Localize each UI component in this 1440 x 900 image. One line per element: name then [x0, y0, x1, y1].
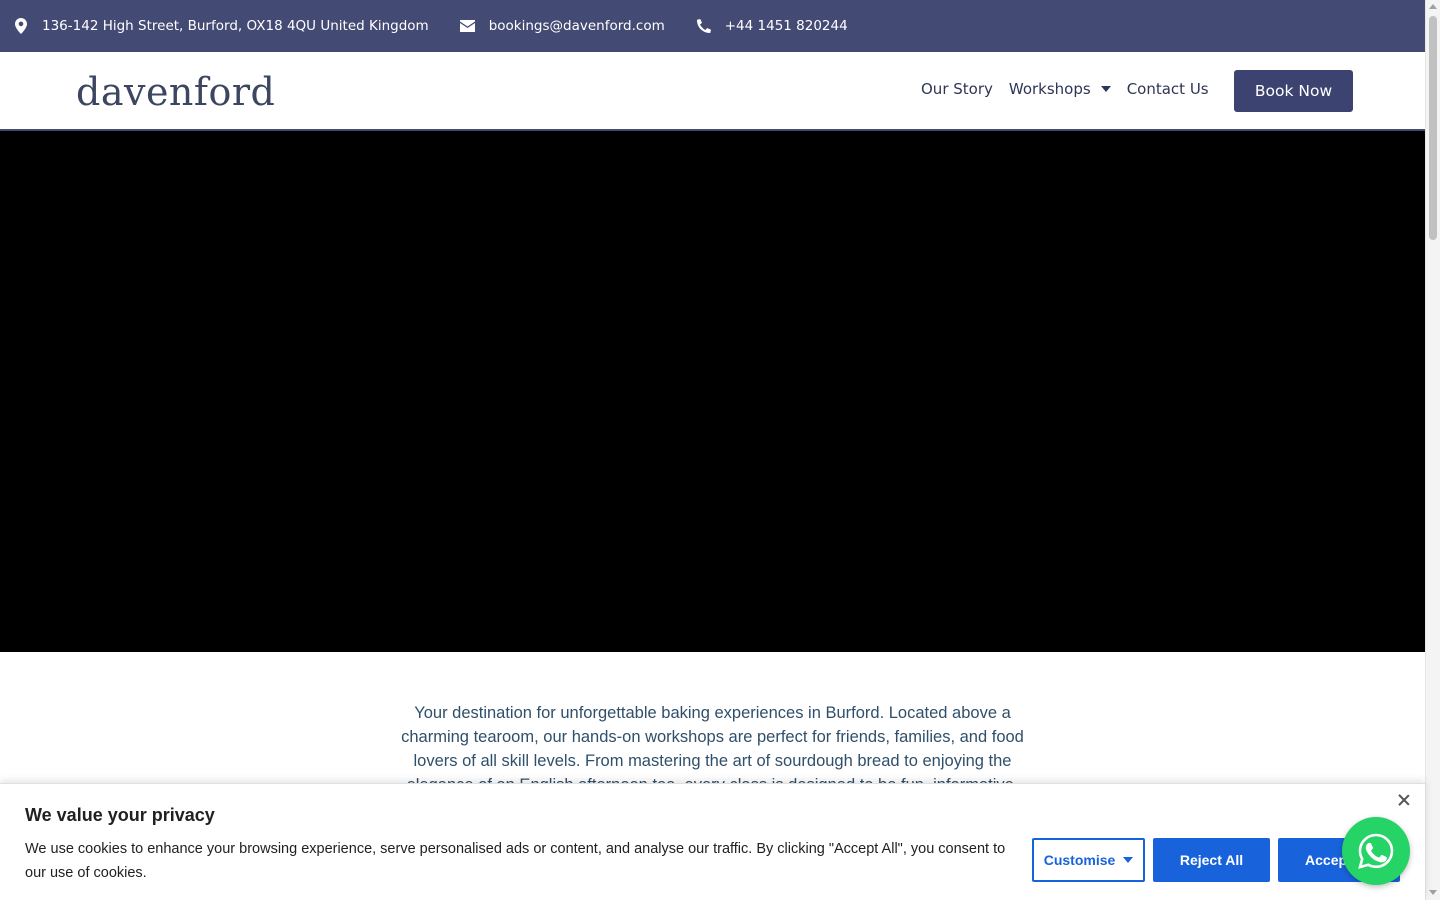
book-now-button[interactable]: Book Now: [1234, 70, 1353, 112]
hero-video[interactable]: [0, 131, 1425, 652]
main-nav: Our Story Workshops Contact Us: [921, 80, 1225, 98]
nav-our-story[interactable]: Our Story: [921, 80, 993, 98]
cookie-description: We use cookies to enhance your browsing …: [25, 841, 1006, 881]
envelope-icon: [459, 17, 477, 35]
nav-contact-us[interactable]: Contact Us: [1127, 80, 1209, 98]
customise-label: Customise: [1043, 852, 1116, 868]
cookie-banner: We value your privacy We use cookies to …: [0, 783, 1425, 900]
nav-label: Workshops: [1008, 80, 1091, 98]
address-text: 136-142 High Street, Burford, OX18 4QU U…: [42, 18, 429, 34]
reject-all-button[interactable]: Reject All: [1153, 838, 1270, 882]
email-info[interactable]: bookings@davenford.com: [459, 17, 665, 35]
phone-icon: [695, 17, 713, 35]
phone-link[interactable]: +44 1451 820244: [725, 18, 848, 34]
nav-label: Contact Us: [1126, 80, 1209, 98]
email-link[interactable]: bookings@davenford.com: [489, 18, 665, 34]
top-info-bar: 136-142 High Street, Burford, OX18 4QU U…: [0, 0, 1425, 52]
cookie-title: We value your privacy: [25, 805, 215, 825]
caret-down-icon: [1123, 857, 1134, 863]
nav-workshops[interactable]: Workshops: [1009, 80, 1111, 98]
scroll-up-icon[interactable]: [1429, 4, 1437, 9]
scrollbar-thumb[interactable]: [1429, 16, 1437, 240]
map-pin-icon: [12, 17, 30, 35]
customise-button[interactable]: Customise: [1032, 838, 1145, 882]
site-header: davenford Our Story Workshops Contact Us…: [0, 52, 1425, 131]
phone-info[interactable]: +44 1451 820244: [695, 17, 848, 35]
chevron-down-icon[interactable]: [1100, 86, 1111, 92]
site-logo[interactable]: davenford: [76, 70, 275, 114]
page-scrollbar[interactable]: [1425, 0, 1440, 900]
scroll-down-icon[interactable]: [1429, 890, 1437, 895]
close-icon[interactable]: [1397, 793, 1411, 807]
nav-label: Our Story: [921, 80, 993, 98]
address-info: 136-142 High Street, Burford, OX18 4QU U…: [12, 17, 429, 35]
whatsapp-icon[interactable]: [1342, 817, 1410, 885]
